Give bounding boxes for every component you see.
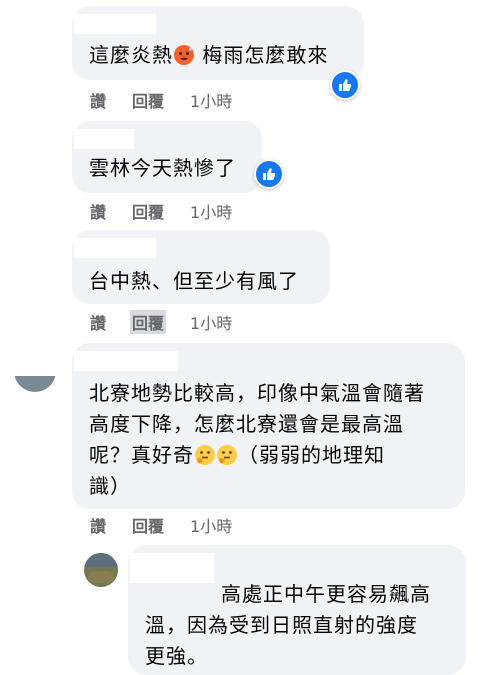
comment-bubble: 這麼炎熱 梅雨怎麼敢來 [72, 6, 364, 80]
comment-actions: 讚 回覆 1小時 [88, 199, 232, 223]
hot-face-icon [174, 45, 194, 65]
author-name-redacted [74, 351, 178, 371]
comment-text-line: 高度下降，怎麼北寮還會是最高溫 [89, 412, 404, 436]
like-icon [339, 79, 352, 91]
comment-text-line: 識） [89, 474, 131, 498]
comment-actions: 讚 回覆 1小時 [88, 88, 232, 112]
timestamp[interactable]: 1小時 [190, 513, 232, 537]
thinking-face-icon [217, 445, 237, 465]
author-name-redacted [74, 129, 134, 149]
reply-text-line: 更強。 [145, 644, 208, 668]
comment-bubble: 雲林今天熱慘了 [72, 121, 262, 193]
comment-text: 台中熱、但至少有風了 [89, 269, 299, 293]
reply-text-line: 高處正中午更容易飆高 [221, 582, 431, 606]
comment-text-line: 北寮地勢比較高，印像中氣溫會隨著 [89, 381, 425, 405]
comment-text: 雲林今天熱慘了 [89, 156, 236, 180]
commenter-avatar[interactable] [14, 376, 56, 392]
like-reaction-badge[interactable] [330, 70, 360, 100]
like-button[interactable]: 讚 [88, 513, 108, 537]
comment-text: 這麼炎熱 梅雨怎麼敢來 [89, 43, 329, 67]
like-button[interactable]: 讚 [88, 199, 108, 223]
timestamp[interactable]: 1小時 [190, 88, 232, 112]
like-reaction-badge[interactable] [254, 159, 284, 189]
reply-avatar[interactable] [84, 553, 118, 587]
reply-bubble: 高處正中午更容易飆高 溫，因為受到日照直射的強度 更強。 [128, 545, 466, 675]
reply-button[interactable]: 回覆 [130, 310, 167, 334]
comment-bubble: 北寮地勢比較高，印像中氣溫會隨著 高度下降，怎麼北寮還會是最高溫 呢？真好奇 （弱… [72, 343, 465, 509]
comment-text-line: 呢？真好奇 （弱弱的地理知 [89, 443, 385, 467]
thinking-face-icon [195, 445, 215, 465]
like-button[interactable]: 讚 [88, 88, 108, 112]
timestamp[interactable]: 1小時 [190, 310, 232, 334]
like-icon [263, 168, 276, 180]
comment-bubble: 台中熱、但至少有風了 [72, 230, 330, 304]
comment-actions: 讚 回覆 1小時 [88, 310, 232, 334]
reply-button[interactable]: 回覆 [130, 513, 166, 537]
reply-button[interactable]: 回覆 [130, 88, 166, 112]
author-name-redacted [74, 14, 156, 34]
reply-text-line: 溫，因為受到日照直射的強度 [145, 613, 418, 637]
comment-actions: 讚 回覆 1小時 [88, 513, 232, 537]
author-name-redacted [130, 553, 214, 583]
timestamp[interactable]: 1小時 [190, 199, 232, 223]
reply-button[interactable]: 回覆 [130, 199, 166, 223]
like-button[interactable]: 讚 [88, 310, 108, 334]
author-name-redacted [74, 238, 156, 258]
